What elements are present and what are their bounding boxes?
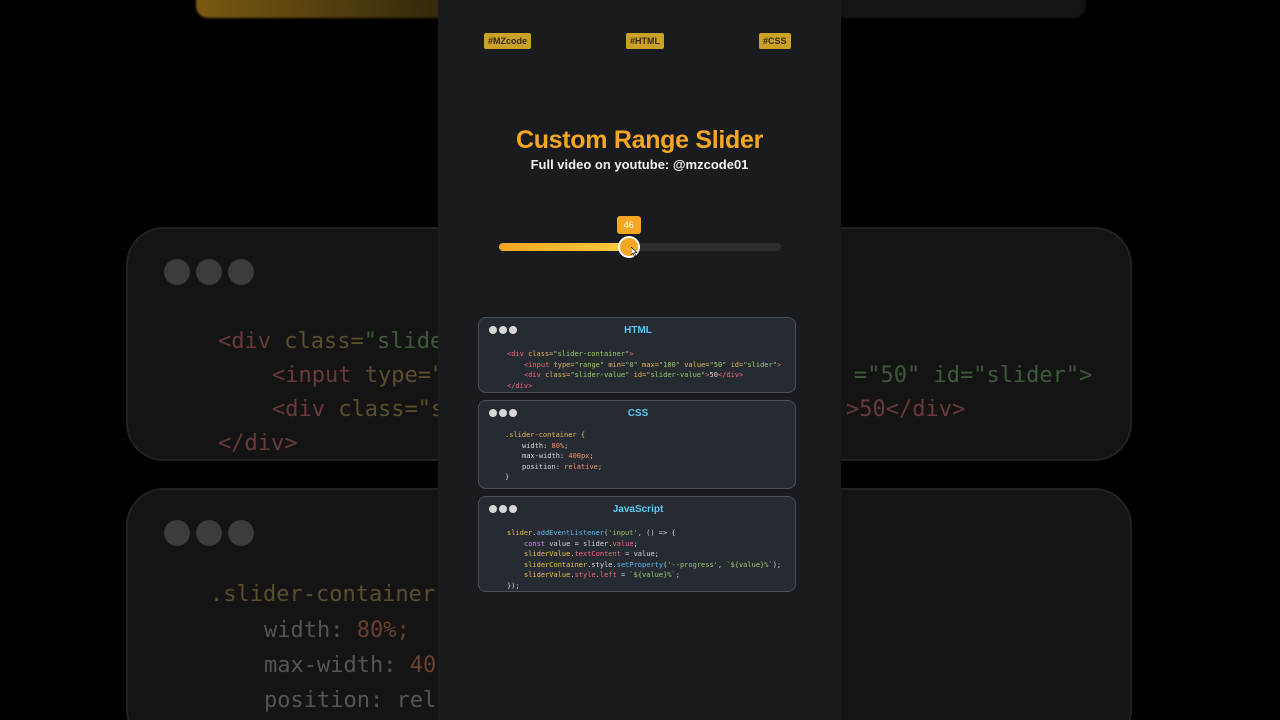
background-code-line: width: 80%;	[264, 618, 410, 643]
video-panel: #MZcode #HTML #CSS Custom Range Slider F…	[438, 0, 841, 720]
code-line: sliderValue.style.left = `${value}%`;	[524, 571, 680, 579]
background-code-line: .slider-container	[210, 582, 436, 607]
mouse-cursor-icon	[630, 247, 638, 257]
code-line: sliderContainer.style.setProperty('--pro…	[524, 560, 782, 569]
html-code-card: HTML <div class="slider-container"> <inp…	[478, 317, 796, 393]
hashtag-badge: #HTML	[626, 33, 664, 49]
code-line: max-width: 400px;	[522, 452, 594, 460]
slider-value-bubble: 46	[616, 216, 641, 234]
code-line: position: relative;	[522, 462, 603, 471]
background-code-line: >50</div>	[846, 397, 966, 422]
window-dot	[196, 259, 222, 285]
code-line: </div>	[507, 381, 533, 390]
code-line: <div class="slider-container">	[507, 350, 634, 358]
code-line: .slider-container {	[505, 431, 586, 439]
window-dot	[228, 520, 254, 546]
background-code-line: position: rel	[264, 688, 437, 713]
page-title: Custom Range Slider	[515, 126, 764, 154]
card-title: HTML	[624, 325, 652, 336]
background-code-line: </div>	[218, 431, 298, 456]
background-code-line: <div class="slide	[218, 329, 444, 354]
css-code-card: CSS .slider-container { width: 80%; max-…	[478, 400, 796, 489]
code-line: width: 80%;	[522, 441, 569, 450]
background-window-dots	[164, 520, 254, 546]
code-line: sliderValue.textContent = value;	[524, 550, 659, 558]
background-code-line: <input type="	[272, 363, 445, 388]
javascript-code-card: JavaScript slider.addEventListener('inpu…	[478, 496, 796, 592]
background-window-dots	[164, 259, 254, 285]
code-line: <input type="range" min="0" max="100" va…	[524, 360, 782, 369]
code-line: <div class="slider-value" id="slider-val…	[524, 371, 744, 379]
window-dot	[164, 259, 190, 285]
code-line: });	[507, 581, 520, 590]
card-title: CSS	[627, 408, 649, 419]
page-subtitle: Full video on youtube: @mzcode01	[530, 157, 749, 172]
hashtag-badge: #MZcode	[484, 33, 532, 49]
range-slider[interactable]: 46	[499, 216, 781, 258]
slider-progress-fill	[499, 243, 629, 251]
background-code-line: ="50" id="slider">	[854, 363, 1093, 388]
background-code-line: max-width: 40	[264, 653, 437, 678]
hashtag-badge: #CSS	[759, 33, 791, 49]
window-dot	[228, 259, 254, 285]
code-line: const value = slider.value;	[524, 539, 638, 548]
code-line: }	[505, 473, 510, 481]
card-title: JavaScript	[612, 504, 664, 515]
code-line: slider.addEventListener('input', () => {	[507, 529, 676, 537]
window-dot	[196, 520, 222, 546]
background-code-line: <div class="s	[272, 397, 445, 422]
window-dot	[164, 520, 190, 546]
